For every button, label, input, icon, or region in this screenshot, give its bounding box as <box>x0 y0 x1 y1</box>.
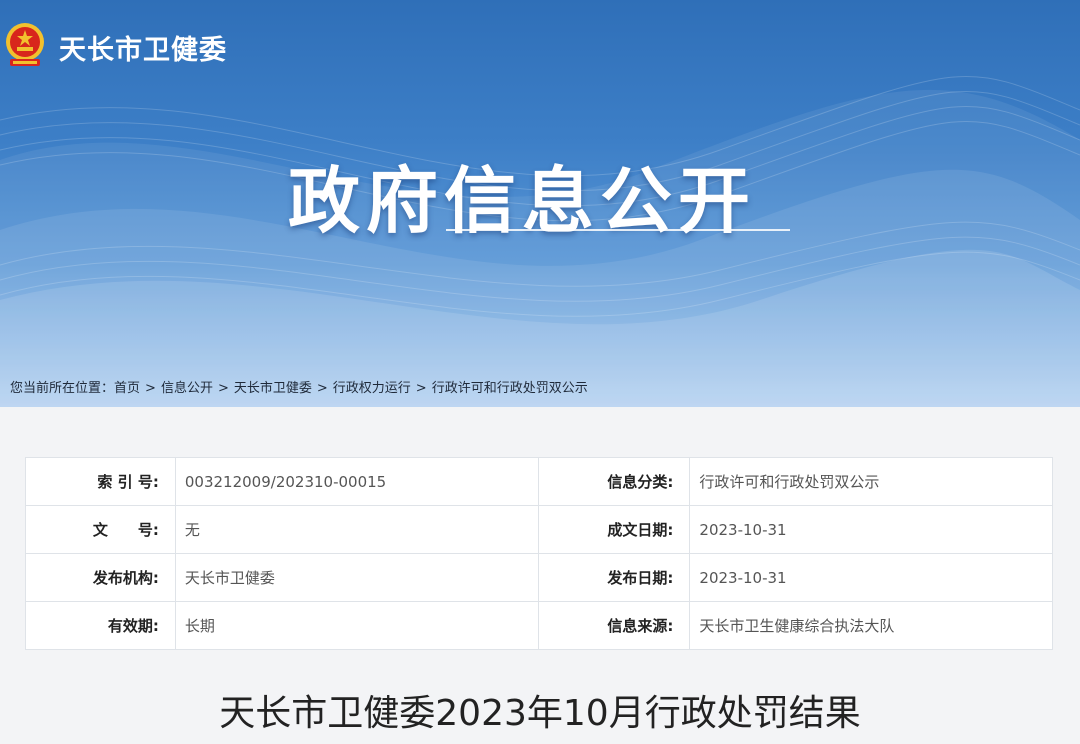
table-row: 有效期: 长期 信息来源: 天长市卫生健康综合执法大队 <box>25 601 1053 650</box>
breadcrumb-item-info-public[interactable]: 信息公开 <box>161 381 213 396</box>
site-name[interactable]: 天长市卫健委 <box>59 28 227 67</box>
source-label: 信息来源: <box>537 601 691 650</box>
publish-date-value: 2023-10-31 <box>689 553 1053 602</box>
table-row: 索 引 号: 003212009/202310-00015 信息分类: 行政许可… <box>25 457 1053 506</box>
publish-date-label: 发布日期: <box>537 553 691 602</box>
breadcrumb-item-current[interactable]: 行政许可和行政处罚双公示 <box>432 381 588 396</box>
info-metadata-table: 索 引 号: 003212009/202310-00015 信息分类: 行政许可… <box>25 457 1053 650</box>
breadcrumb-item-health-commission[interactable]: 天长市卫健委 <box>234 381 312 396</box>
source-value: 天长市卫生健康综合执法大队 <box>689 601 1053 650</box>
breadcrumb-separator: > <box>145 381 156 396</box>
national-emblem-icon <box>6 23 44 66</box>
table-row: 文 号: 无 成文日期: 2023-10-31 <box>25 505 1053 554</box>
written-date-label: 成文日期: <box>537 505 691 554</box>
hero-title: 政府信息公开 <box>288 159 757 243</box>
category-label: 信息分类: <box>537 457 691 506</box>
breadcrumb-separator: > <box>415 381 427 396</box>
publisher-label: 发布机构: <box>25 553 176 602</box>
validity-label: 有效期: <box>25 601 176 650</box>
written-date-value: 2023-10-31 <box>689 505 1053 554</box>
breadcrumb: 您当前所在位置：首页 > 信息公开 > 天长市卫健委 > 行政权力运行 > 行政许可和行政处罚双… <box>10 377 588 396</box>
breadcrumb-separator: > <box>217 381 229 396</box>
header-banner: 天长市卫健委 政府信息公开 您当前所在位置：首页 > 信息公开 > 天长市卫健委 > 行政权… <box>0 0 1080 407</box>
index-number-value: 003212009/202310-00015 <box>174 457 539 506</box>
doc-number-label: 文 号: <box>25 505 176 554</box>
publisher-value: 天长市卫健委 <box>174 553 539 602</box>
index-number-label: 索 引 号: <box>25 457 176 506</box>
breadcrumb-item-home[interactable]: 首页 <box>114 381 140 396</box>
category-value: 行政许可和行政处罚双公示 <box>689 457 1053 506</box>
hero-underline <box>446 229 790 231</box>
breadcrumb-separator: > <box>316 381 328 396</box>
doc-number-value: 无 <box>174 505 539 554</box>
validity-value: 长期 <box>174 601 539 650</box>
document-title: 天长市卫健委2023年10月行政处罚结果 <box>219 693 861 734</box>
breadcrumb-prefix: 您当前所在位置： <box>10 381 115 396</box>
table-row: 发布机构: 天长市卫健委 发布日期: 2023-10-31 <box>25 553 1053 602</box>
breadcrumb-item-admin-power[interactable]: 行政权力运行 <box>333 381 411 396</box>
